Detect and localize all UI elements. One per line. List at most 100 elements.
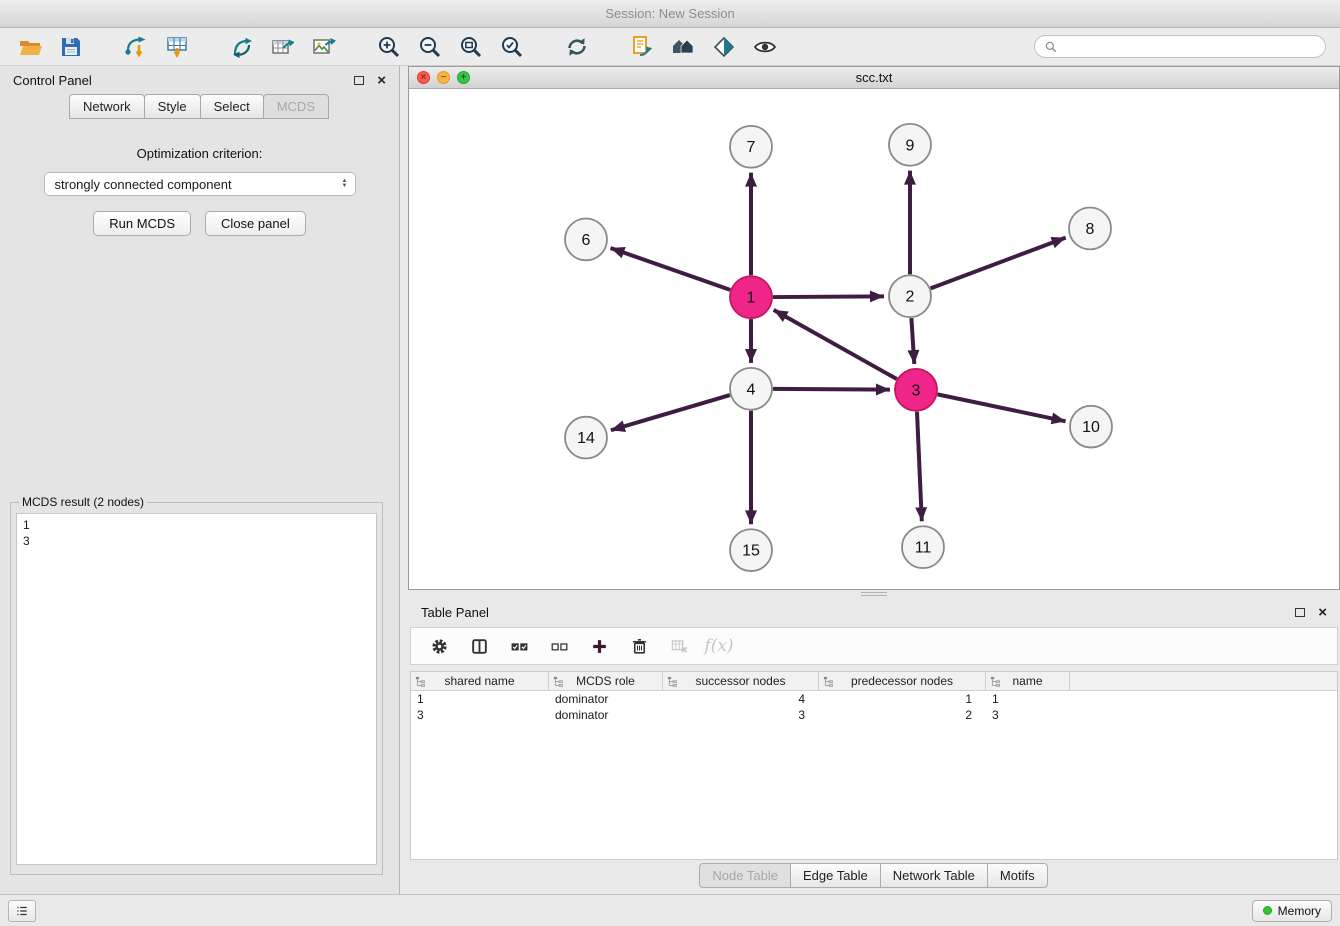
edge-4-3[interactable] (773, 389, 890, 390)
column-header-name[interactable]: name (986, 672, 1070, 690)
run-mcds-button[interactable]: Run MCDS (93, 211, 191, 236)
sort-tree-icon (553, 676, 564, 687)
close-panel-button[interactable]: Close panel (205, 211, 306, 236)
graph-node-11[interactable]: 11 (902, 526, 944, 568)
graph-node-10[interactable]: 10 (1070, 406, 1112, 448)
export-network-icon[interactable] (226, 32, 258, 62)
close-panel-icon[interactable]: × (377, 73, 386, 88)
mcds-result-item[interactable]: 1 (23, 517, 370, 533)
search-input[interactable] (1064, 40, 1316, 54)
memory-button[interactable]: Memory (1252, 900, 1332, 922)
mcds-result-box: MCDS result (2 nodes) 13 (10, 495, 383, 875)
column-header-successor-nodes[interactable]: successor nodes (663, 672, 819, 690)
graph-node-15[interactable]: 15 (730, 529, 772, 571)
select-all-columns-icon[interactable] (501, 631, 537, 661)
tab-motifs[interactable]: Motifs (987, 863, 1048, 888)
open-document-icon[interactable] (626, 32, 658, 62)
delete-table-icon (661, 631, 697, 661)
graph-node-4[interactable]: 4 (730, 368, 772, 410)
network-window-titlebar[interactable]: ×−+scc.txt (409, 67, 1339, 89)
table-cell: dominator (549, 708, 663, 722)
edge-2-8[interactable] (931, 238, 1066, 289)
sort-tree-icon (667, 676, 678, 687)
export-image-icon[interactable] (308, 32, 340, 62)
column-header-mcds-role[interactable]: MCDS role (549, 672, 663, 690)
float-table-panel-icon[interactable] (1295, 608, 1305, 617)
open-session-icon[interactable] (14, 32, 46, 62)
float-panel-icon[interactable] (354, 76, 364, 85)
style-icon[interactable] (708, 32, 740, 62)
edge-2-3[interactable] (911, 318, 914, 364)
zoom-out-icon[interactable] (414, 32, 446, 62)
edge-1-6[interactable] (611, 248, 731, 290)
svg-text:2: 2 (906, 289, 915, 306)
task-history-button[interactable] (8, 900, 36, 922)
search-box[interactable] (1034, 35, 1326, 58)
graph-node-3[interactable]: 3 (895, 369, 937, 411)
edge-3-1[interactable] (774, 310, 897, 379)
table-toolbar-buttons: f(x) (421, 631, 737, 661)
edge-3-10[interactable] (938, 394, 1066, 421)
tab-select[interactable]: Select (200, 94, 264, 119)
import-network-icon[interactable] (120, 32, 152, 62)
edge-3-11[interactable] (917, 412, 922, 522)
criterion-value: strongly connected component (55, 177, 340, 192)
export-table-icon[interactable] (267, 32, 299, 62)
close-window-icon[interactable]: × (417, 71, 430, 84)
main-area: Control Panel × NetworkStyleSelectMCDS O… (0, 66, 1340, 894)
dropdown-stepper-icon: ▲ ▼ (340, 179, 350, 189)
list-icon (15, 904, 29, 918)
table-settings-icon[interactable] (421, 631, 457, 661)
graph-node-2[interactable]: 2 (889, 275, 931, 317)
zoom-window-icon[interactable]: + (457, 71, 470, 84)
tab-edge-table[interactable]: Edge Table (790, 863, 881, 888)
search-icon (1044, 40, 1058, 54)
network-canvas[interactable]: 1 2 3 4 6 7 8 9 10 11 14 15 (409, 89, 1339, 589)
home-layout-icon[interactable] (667, 32, 699, 62)
tab-mcds[interactable]: MCDS (263, 94, 329, 119)
criterion-dropdown[interactable]: strongly connected component ▲ ▼ (44, 172, 356, 196)
zoom-selected-icon[interactable] (496, 32, 528, 62)
show-columns-icon[interactable] (461, 631, 497, 661)
graph-node-1[interactable]: 1 (730, 276, 772, 318)
create-column-icon[interactable] (581, 631, 617, 661)
tab-network-table[interactable]: Network Table (880, 863, 988, 888)
refresh-icon[interactable] (561, 32, 593, 62)
tab-node-table[interactable]: Node Table (699, 863, 791, 888)
mcds-result-item[interactable]: 3 (23, 533, 370, 549)
column-header-shared-name[interactable]: shared name (411, 672, 549, 690)
memory-label: Memory (1278, 904, 1321, 918)
zoom-in-icon[interactable] (373, 32, 405, 62)
graph-node-14[interactable]: 14 (565, 417, 607, 459)
tab-style[interactable]: Style (144, 94, 201, 119)
memory-status-icon (1263, 906, 1272, 915)
close-table-panel-icon[interactable]: × (1318, 605, 1327, 620)
column-header-predecessor-nodes[interactable]: predecessor nodes (819, 672, 986, 690)
graph-node-7[interactable]: 7 (730, 126, 772, 168)
mcds-result-list[interactable]: 13 (16, 513, 377, 865)
graph-node-8[interactable]: 8 (1069, 208, 1111, 250)
edge-4-14[interactable] (611, 395, 730, 430)
delete-column-icon[interactable] (621, 631, 657, 661)
table-cell: 4 (663, 692, 819, 706)
show-hide-icon[interactable] (749, 32, 781, 62)
window-titlebar[interactable]: Session: New Session (0, 0, 1340, 28)
save-session-icon[interactable] (55, 32, 87, 62)
svg-text:7: 7 (747, 139, 756, 156)
zoom-fit-icon[interactable] (455, 32, 487, 62)
import-table-icon[interactable] (161, 32, 193, 62)
table-row[interactable]: 1dominator411 (411, 691, 1337, 707)
unselect-all-columns-icon[interactable] (541, 631, 577, 661)
svg-text:1: 1 (747, 290, 756, 307)
table-row[interactable]: 3dominator323 (411, 707, 1337, 723)
table-cell: 1 (411, 692, 549, 706)
horizontal-splitter[interactable] (408, 590, 1340, 598)
svg-text:15: 15 (742, 543, 760, 560)
tab-network[interactable]: Network (69, 94, 145, 119)
main-toolbar (0, 28, 1340, 66)
minimize-window-icon[interactable]: − (437, 71, 450, 84)
graph-node-9[interactable]: 9 (889, 124, 931, 166)
table-panel: Table Panel × f(x) shared nameMCDS roles… (408, 598, 1340, 894)
graph-node-6[interactable]: 6 (565, 218, 607, 260)
edge-1-2[interactable] (773, 296, 884, 297)
